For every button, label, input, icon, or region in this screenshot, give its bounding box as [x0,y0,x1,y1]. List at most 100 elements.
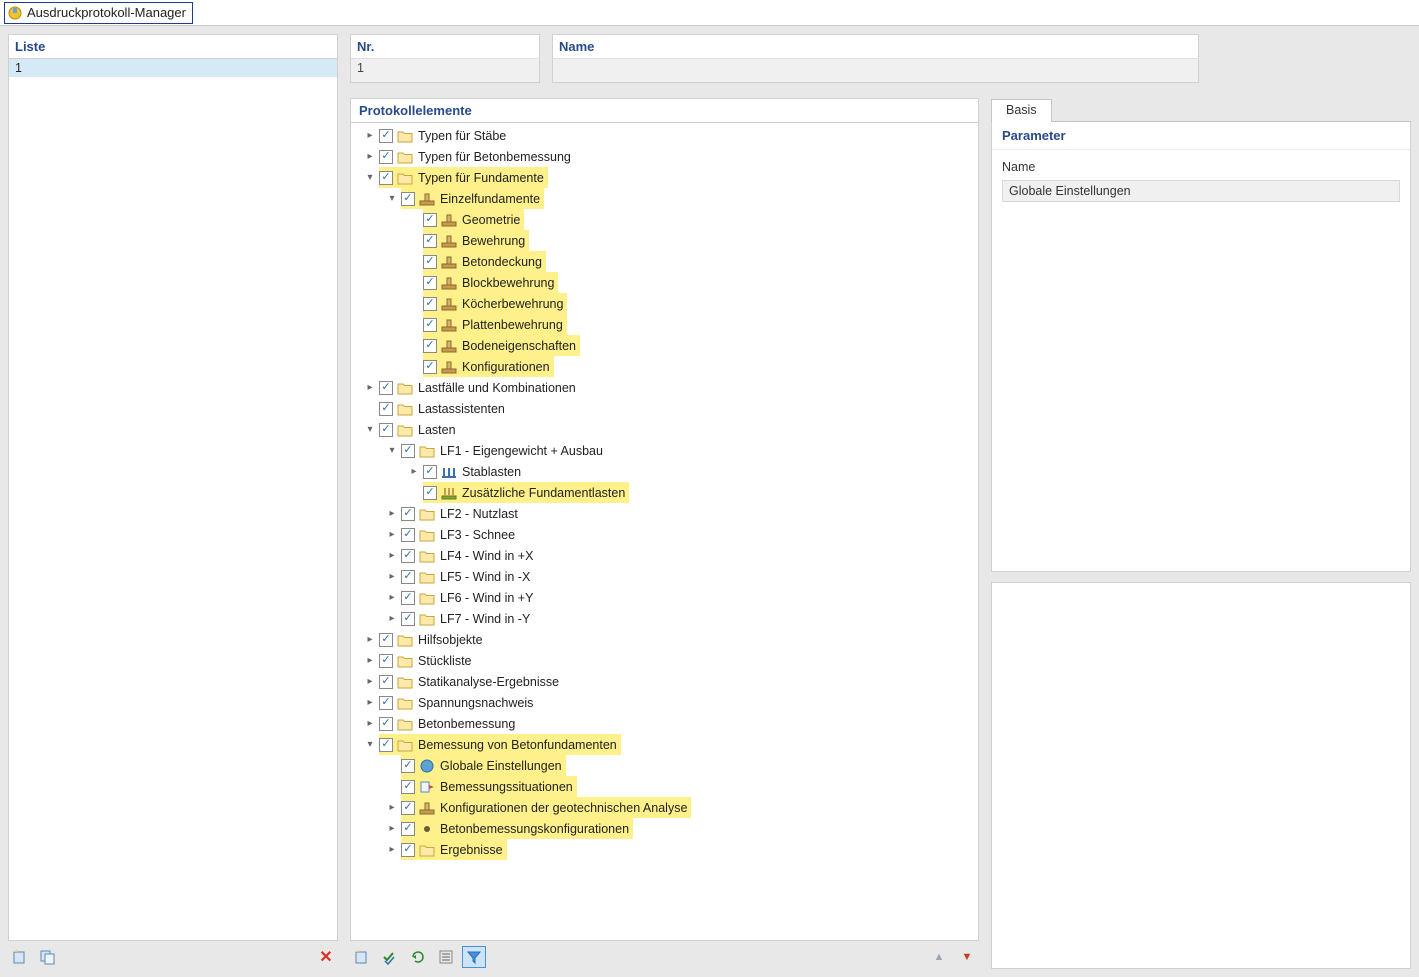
new-button[interactable] [8,946,32,968]
tree-row[interactable]: ▸✓Betonbemessung [355,713,978,734]
tree-row[interactable]: ▸✓Geometrie [355,209,978,230]
chevron-right-icon[interactable]: ▸ [363,696,377,710]
checkbox[interactable]: ✓ [379,150,393,164]
checkbox[interactable]: ✓ [423,276,437,290]
checkbox[interactable]: ✓ [401,549,415,563]
checkbox[interactable]: ✓ [379,381,393,395]
tree-row[interactable]: ▸✓Statikanalyse-Ergebnisse [355,671,978,692]
delete-button[interactable]: ✕ [314,946,338,968]
chevron-right-icon[interactable]: ▸ [385,549,399,563]
nr-input[interactable]: 1 [350,59,540,83]
chevron-right-icon[interactable]: ▸ [363,654,377,668]
tree-row[interactable]: ▸✓Stückliste [355,650,978,671]
checkbox[interactable]: ✓ [423,255,437,269]
checkbox[interactable]: ✓ [401,528,415,542]
checkbox[interactable]: ✓ [401,822,415,836]
tree-row[interactable]: ▸✓Blockbewehrung [355,272,978,293]
move-down-button[interactable]: ▼ [955,946,979,968]
chevron-right-icon[interactable]: ▸ [385,843,399,857]
checkbox[interactable]: ✓ [423,297,437,311]
checkbox[interactable]: ✓ [379,171,393,185]
chevron-right-icon[interactable]: ▸ [363,150,377,164]
checkbox[interactable]: ✓ [379,654,393,668]
checkbox[interactable]: ✓ [401,612,415,626]
checkbox[interactable]: ✓ [423,318,437,332]
chevron-down-icon[interactable]: ▾ [363,738,377,752]
tree-row[interactable]: ▸✓Globale Einstellungen [355,755,978,776]
chevron-down-icon[interactable]: ▾ [363,171,377,185]
tree-row[interactable]: ▸✓Bemessungssituationen [355,776,978,797]
chevron-right-icon[interactable]: ▸ [385,570,399,584]
tree-new-button[interactable] [350,946,374,968]
tree-row[interactable]: ▸✓LF3 - Schnee [355,524,978,545]
checkbox[interactable]: ✓ [379,633,393,647]
tree-row[interactable]: ▸✓Ergebnisse [355,839,978,860]
checkbox[interactable]: ✓ [401,570,415,584]
tree-row[interactable]: ▸✓Lastfälle und Kombinationen [355,377,978,398]
tree-row[interactable]: ▸✓Stablasten [355,461,978,482]
chevron-right-icon[interactable]: ▸ [385,801,399,815]
chevron-down-icon[interactable]: ▾ [385,192,399,206]
chevron-right-icon[interactable]: ▸ [385,591,399,605]
tree-row[interactable]: ▸✓Betonbemessungskonfigurationen [355,818,978,839]
move-up-button[interactable]: ▲ [927,946,951,968]
tree-row[interactable]: ▸✓Betondeckung [355,251,978,272]
tree-row[interactable]: ▸✓Lastassistenten [355,398,978,419]
checkbox[interactable]: ✓ [401,444,415,458]
tree-row[interactable]: ▸✓Zusätzliche Fundamentlasten [355,482,978,503]
tab-basis[interactable]: Basis [991,99,1052,122]
filter-button[interactable] [462,946,486,968]
checkbox[interactable]: ✓ [423,465,437,479]
name-input[interactable] [552,59,1199,83]
chevron-down-icon[interactable]: ▾ [385,444,399,458]
chevron-right-icon[interactable]: ▸ [385,822,399,836]
chevron-right-icon[interactable]: ▸ [407,465,421,479]
checkbox[interactable]: ✓ [423,486,437,500]
copy-button[interactable] [36,946,60,968]
tree-row[interactable]: ▸✓Konfigurationen [355,356,978,377]
tree-row[interactable]: ▸✓Typen für Betonbemessung [355,146,978,167]
checkbox[interactable]: ✓ [423,213,437,227]
tree-row[interactable]: ▸✓Spannungsnachweis [355,692,978,713]
chevron-right-icon[interactable]: ▸ [363,381,377,395]
chevron-right-icon[interactable]: ▸ [363,675,377,689]
chevron-right-icon[interactable]: ▸ [385,507,399,521]
checkbox[interactable]: ✓ [401,843,415,857]
checkbox[interactable]: ✓ [423,234,437,248]
checkbox[interactable]: ✓ [379,129,393,143]
tree-row[interactable]: ▸✓LF2 - Nutzlast [355,503,978,524]
checkbox[interactable]: ✓ [423,360,437,374]
tree-row[interactable]: ▸✓Hilfsobjekte [355,629,978,650]
tree-row[interactable]: ▸✓LF5 - Wind in -X [355,566,978,587]
checkbox[interactable]: ✓ [379,675,393,689]
tree-row[interactable]: ▸✓Bodeneigenschaften [355,335,978,356]
tree-row[interactable]: ▾✓Einzelfundamente [355,188,978,209]
checkbox[interactable]: ✓ [379,717,393,731]
tree-row[interactable]: ▸✓Konfigurationen der geotechnischen Ana… [355,797,978,818]
chevron-right-icon[interactable]: ▸ [385,528,399,542]
chevron-down-icon[interactable]: ▾ [363,423,377,437]
checkbox[interactable]: ✓ [401,591,415,605]
checkbox[interactable]: ✓ [401,192,415,206]
tree-row[interactable]: ▾✓LF1 - Eigengewicht + Ausbau [355,440,978,461]
checkbox[interactable]: ✓ [379,423,393,437]
tree-row[interactable]: ▸✓Typen für Stäbe [355,125,978,146]
checkbox[interactable]: ✓ [423,339,437,353]
checkbox[interactable]: ✓ [379,696,393,710]
checkbox[interactable]: ✓ [379,738,393,752]
tree-row[interactable]: ▸✓Plattenbewehrung [355,314,978,335]
checkbox[interactable]: ✓ [401,507,415,521]
tree-row[interactable]: ▸✓Bewehrung [355,230,978,251]
list-box[interactable]: 1 [8,59,338,941]
tree-row[interactable]: ▸✓LF6 - Wind in +Y [355,587,978,608]
refresh-button[interactable] [406,946,430,968]
tree-row[interactable]: ▾✓Typen für Fundamente [355,167,978,188]
checkbox[interactable]: ✓ [401,801,415,815]
tree-row[interactable]: ▸✓Köcherbewehrung [355,293,978,314]
list-item[interactable]: 1 [9,59,337,77]
tree-view[interactable]: ▸✓Typen für Stäbe▸✓Typen für Betonbemess… [351,123,978,940]
chevron-right-icon[interactable]: ▸ [363,633,377,647]
chevron-right-icon[interactable]: ▸ [363,129,377,143]
tree-row[interactable]: ▸✓LF4 - Wind in +X [355,545,978,566]
tree-row[interactable]: ▾✓Lasten [355,419,978,440]
